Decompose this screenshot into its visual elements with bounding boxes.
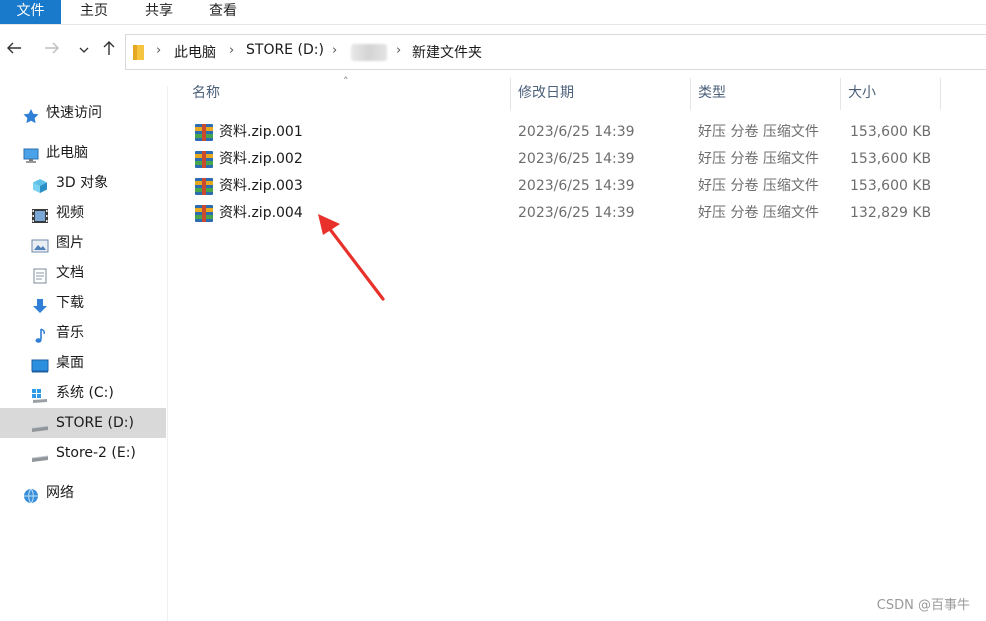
download-icon xyxy=(31,295,49,313)
sidebar-item-store-2-e[interactable]: Store-2 (E:) xyxy=(0,438,166,468)
file-row[interactable]: 资料.zip.004 2023/6/25 14:39 好压 分卷 压缩文件 13… xyxy=(190,200,942,227)
document-icon xyxy=(31,265,49,284)
file-size: 153,600 KB xyxy=(850,124,932,140)
file-row[interactable]: 资料.zip.001 2023/6/25 14:39 好压 分卷 压缩文件 15… xyxy=(190,119,942,146)
file-date: 2023/6/25 14:39 xyxy=(518,151,635,167)
sidebar-item-label: 此电脑 xyxy=(46,145,88,161)
zip-archive-icon xyxy=(194,150,214,169)
breadcrumb-store-d[interactable]: STORE (D:) xyxy=(246,42,324,58)
forward-arrow-icon[interactable] xyxy=(40,38,64,64)
column-header-type[interactable]: 类型 xyxy=(698,78,840,108)
desktop-icon xyxy=(31,355,49,373)
sidebar-item-3d-objects[interactable]: 3D 对象 xyxy=(0,168,166,198)
annotation-arrow-icon xyxy=(310,210,390,309)
file-row[interactable]: 资料.zip.003 2023/6/25 14:39 好压 分卷 压缩文件 15… xyxy=(190,173,942,200)
file-size: 153,600 KB xyxy=(850,178,932,194)
sidebar-item-downloads[interactable]: 下载 xyxy=(0,288,166,318)
file-row[interactable]: 资料.zip.002 2023/6/25 14:39 好压 分卷 压缩文件 15… xyxy=(190,146,942,173)
ribbon-tabs: 文件 主页 共享 查看 xyxy=(0,0,986,25)
file-name[interactable]: 资料.zip.002 xyxy=(219,146,303,173)
tab-home[interactable]: 主页 xyxy=(70,0,118,24)
sidebar-item-label: 图片 xyxy=(56,235,84,251)
zip-archive-icon xyxy=(194,123,214,142)
zip-archive-icon xyxy=(194,204,214,223)
drive-icon xyxy=(31,445,49,462)
folder-icon xyxy=(132,44,145,60)
music-icon xyxy=(31,325,49,343)
file-name[interactable]: 资料.zip.004 xyxy=(219,200,303,227)
sidebar-item-label: 桌面 xyxy=(56,355,84,371)
network-icon xyxy=(22,485,40,504)
sidebar-item-label: Store-2 (E:) xyxy=(56,445,136,461)
tab-share[interactable]: 共享 xyxy=(135,0,183,24)
file-date: 2023/6/25 14:39 xyxy=(518,178,635,194)
file-type: 好压 分卷 压缩文件 xyxy=(698,151,819,167)
redacted-breadcrumb[interactable] xyxy=(351,44,387,61)
file-date: 2023/6/25 14:39 xyxy=(518,124,635,140)
sidebar-item-system-c[interactable]: 系统 (C:) xyxy=(0,378,166,408)
file-type: 好压 分卷 压缩文件 xyxy=(698,205,819,221)
sidebar-item-label: 网络 xyxy=(46,485,74,501)
up-arrow-icon[interactable] xyxy=(97,38,121,64)
sidebar-item-store-d[interactable]: STORE (D:) xyxy=(0,408,166,438)
sidebar-item-network[interactable]: 网络 xyxy=(0,478,166,508)
picture-icon xyxy=(31,235,49,253)
file-date: 2023/6/25 14:39 xyxy=(518,205,635,221)
column-header-size[interactable]: 大小 xyxy=(848,78,940,108)
zip-archive-icon xyxy=(194,177,214,196)
column-divider[interactable] xyxy=(840,78,841,110)
sidebar-item-label: 快速访问 xyxy=(46,105,102,121)
windows-drive-icon xyxy=(31,385,49,403)
sidebar-item-quick-access[interactable]: 快速访问 xyxy=(0,98,166,128)
sidebar-item-label: 视频 xyxy=(56,205,84,221)
sidebar-item-documents[interactable]: 文档 xyxy=(0,258,166,288)
column-divider[interactable] xyxy=(510,78,511,110)
file-size: 153,600 KB xyxy=(850,151,932,167)
sidebar-item-pictures[interactable]: 图片 xyxy=(0,228,166,258)
sidebar-item-videos[interactable]: 视频 xyxy=(0,198,166,228)
navigation-bar: › 此电脑 › STORE (D:) › › 新建文件夹 xyxy=(0,26,986,74)
watermark: CSDN @百事牛 xyxy=(876,598,970,613)
drive-icon xyxy=(31,415,49,432)
column-divider[interactable] xyxy=(940,78,941,110)
file-type: 好压 分卷 压缩文件 xyxy=(698,178,819,194)
computer-icon xyxy=(22,145,40,163)
address-bar[interactable]: › 此电脑 › STORE (D:) › › 新建文件夹 xyxy=(125,34,986,70)
column-divider[interactable] xyxy=(690,78,691,110)
file-type: 好压 分卷 压缩文件 xyxy=(698,124,819,140)
back-arrow-icon[interactable] xyxy=(2,38,26,64)
tab-file[interactable]: 文件 xyxy=(0,0,61,24)
chevron-right-icon: › xyxy=(229,43,235,58)
sidebar-item-label: STORE (D:) xyxy=(56,415,134,431)
sidebar-item-label: 系统 (C:) xyxy=(56,385,114,401)
sidebar-item-label: 下载 xyxy=(56,295,84,311)
breadcrumb-new-folder[interactable]: 新建文件夹 xyxy=(412,42,482,62)
breadcrumb-this-pc[interactable]: 此电脑 xyxy=(174,42,216,62)
star-icon xyxy=(22,105,40,124)
file-size: 132,829 KB xyxy=(850,205,932,221)
sidebar-item-label: 3D 对象 xyxy=(56,175,109,191)
sidebar-item-label: 音乐 xyxy=(56,325,84,341)
file-name[interactable]: 资料.zip.003 xyxy=(219,173,303,200)
chevron-right-icon: › xyxy=(396,43,402,58)
column-header-name[interactable]: 名称 xyxy=(192,78,510,108)
tab-view[interactable]: 查看 xyxy=(199,0,247,24)
file-name[interactable]: 资料.zip.001 xyxy=(219,119,303,146)
sidebar-item-desktop[interactable]: 桌面 xyxy=(0,348,166,378)
navigation-pane: 快速访问 此电脑 3D 对象 视频 图片 文档 下载 音乐 桌面 系统 (C:)… xyxy=(0,86,168,621)
film-icon xyxy=(31,205,49,223)
recent-locations-chevron-icon[interactable] xyxy=(72,38,96,64)
chevron-right-icon: › xyxy=(332,43,338,58)
sidebar-item-label: 文档 xyxy=(56,265,84,281)
sidebar-item-this-pc[interactable]: 此电脑 xyxy=(0,138,166,168)
sidebar-item-music[interactable]: 音乐 xyxy=(0,318,166,348)
cube-icon xyxy=(31,175,49,193)
column-header-date[interactable]: 修改日期 xyxy=(518,78,690,108)
chevron-right-icon: › xyxy=(156,43,162,58)
